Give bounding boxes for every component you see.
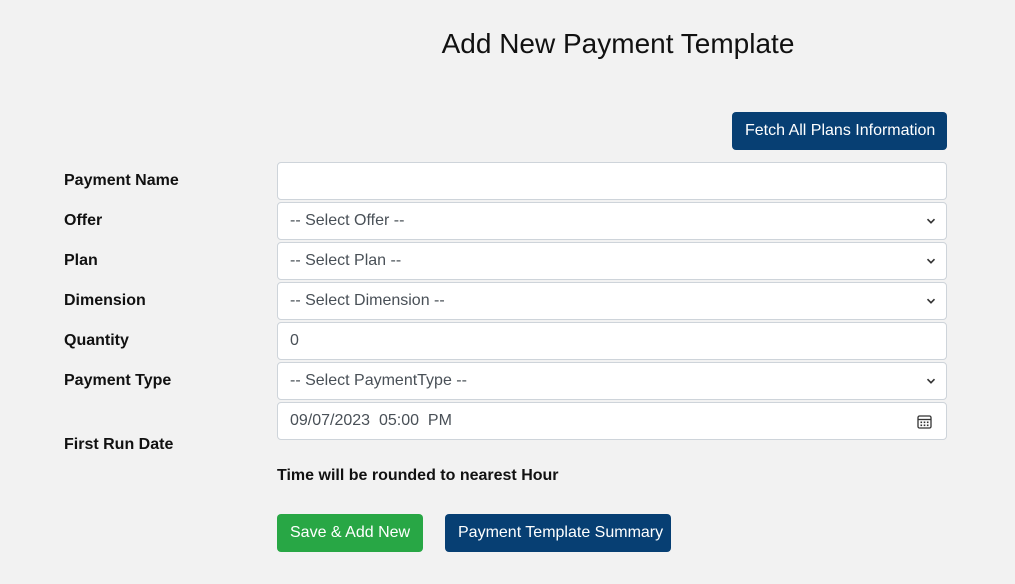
offer-select[interactable]: -- Select Offer --	[277, 202, 947, 240]
chevron-down-icon	[926, 376, 936, 386]
first-run-date-input[interactable]: 09/07/2023 05:00 PM	[277, 402, 947, 440]
chevron-down-icon	[926, 256, 936, 266]
page-title: Add New Payment Template	[441, 28, 795, 59]
rounding-note: Time will be rounded to nearest Hour	[277, 467, 559, 484]
offer-label: Offer	[64, 212, 103, 229]
offer-selected-value: -- Select Offer --	[290, 212, 405, 229]
payment-template-summary-button[interactable]: Payment Template Summary	[445, 514, 671, 552]
dimension-label: Dimension	[64, 292, 146, 309]
chevron-down-icon	[926, 216, 936, 226]
fetch-all-plans-button[interactable]: Fetch All Plans Information	[732, 112, 947, 150]
plan-select[interactable]: -- Select Plan --	[277, 242, 947, 280]
save-and-add-new-button[interactable]: Save & Add New	[277, 514, 423, 552]
plan-label: Plan	[64, 252, 98, 269]
payment-template-page: Add New Payment Template Fetch All Plans…	[0, 0, 1015, 584]
payment-name-label: Payment Name	[64, 172, 179, 189]
quantity-label: Quantity	[64, 332, 129, 349]
first-run-date-label: First Run Date	[64, 436, 174, 453]
payment-type-selected-value: -- Select PaymentType --	[290, 372, 467, 389]
payment-type-select[interactable]: -- Select PaymentType --	[277, 362, 947, 400]
first-run-date-value: 09/07/2023 05:00 PM	[290, 412, 452, 429]
quantity-input[interactable]: 0	[277, 322, 947, 360]
quantity-value: 0	[290, 332, 299, 349]
dimension-selected-value: -- Select Dimension --	[290, 292, 445, 309]
calendar-icon[interactable]	[916, 413, 932, 429]
plan-selected-value: -- Select Plan --	[290, 252, 402, 269]
payment-name-input[interactable]	[277, 162, 947, 200]
dimension-select[interactable]: -- Select Dimension --	[277, 282, 947, 320]
chevron-down-icon	[926, 296, 936, 306]
payment-type-label: Payment Type	[64, 372, 172, 389]
